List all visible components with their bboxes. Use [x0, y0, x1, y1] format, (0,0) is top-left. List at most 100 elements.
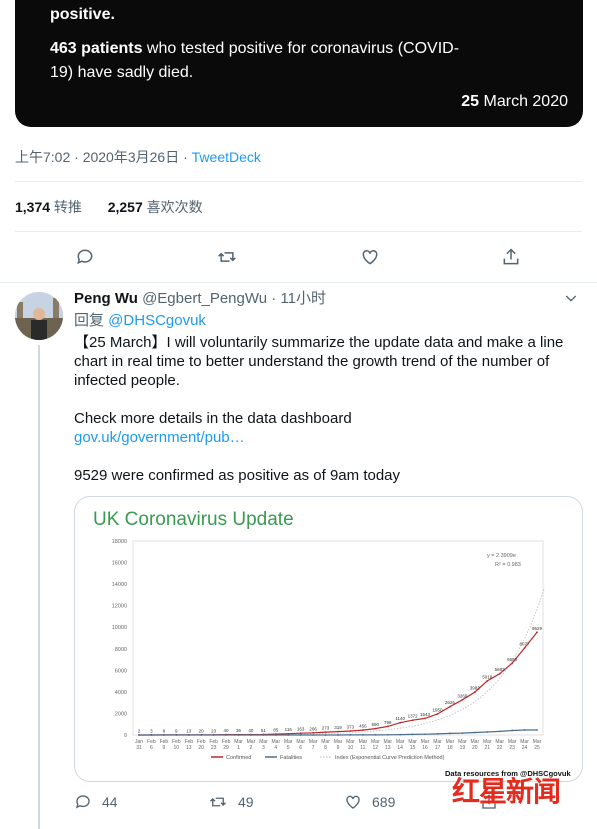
data-point [374, 727, 377, 730]
retweet-count: 49 [238, 794, 254, 810]
data-point [324, 731, 327, 733]
data-label: 8 [163, 728, 166, 733]
y-tick-label: 4000 [115, 690, 127, 696]
y-tick-label: 0 [124, 733, 127, 739]
author-handle[interactable]: @Egbert_PengWu [142, 290, 267, 307]
heart-icon [362, 249, 378, 265]
data-point [212, 734, 215, 736]
tweet-source-link[interactable]: TweetDeck [192, 149, 261, 165]
x-tick-label-bottom: 14 [397, 745, 403, 751]
retweet-count-link[interactable]: 1,374 转推 [15, 199, 82, 215]
x-tick-label-bottom: 10 [348, 745, 354, 751]
data-point [187, 734, 190, 736]
data-point [175, 734, 178, 736]
data-point [299, 734, 302, 736]
avatar[interactable] [15, 292, 63, 340]
data-label: 456 [359, 724, 367, 729]
tweet-body: 【25 March】I will voluntarily summarize t… [74, 333, 579, 485]
x-tick-label-bottom: 7 [312, 745, 315, 751]
data-label: 8077 [520, 641, 531, 646]
author-name[interactable]: Peng Wu [74, 290, 138, 307]
x-tick-label-bottom: 3 [262, 745, 265, 751]
data-point [486, 680, 489, 682]
x-tick-label-bottom: 29 [223, 745, 229, 751]
section-divider [0, 282, 597, 283]
reply-button[interactable] [68, 240, 102, 274]
data-point [250, 734, 252, 736]
data-point [287, 734, 290, 736]
replying-to: 回复 @DHSCgovuk [74, 310, 579, 332]
reply-to-link[interactable]: @DHSCgovuk [108, 312, 206, 329]
data-label: 36 [236, 728, 242, 733]
x-tick-label-bottom: 9 [337, 745, 340, 751]
x-tick-label-bottom: 16 [422, 745, 428, 751]
tweet-age[interactable]: · 11小时 [267, 290, 326, 307]
data-point [411, 733, 414, 736]
dashboard-text: Check more details in the data dashboard [74, 410, 352, 427]
reply-icon [75, 795, 90, 809]
data-point [473, 731, 476, 734]
data-point [312, 731, 315, 734]
data-label: 9529 [532, 626, 543, 631]
watermark-text: 红星新闻 [452, 775, 561, 808]
data-label: 13 [186, 728, 192, 733]
x-tick-label-bottom: 11 [360, 745, 365, 751]
reply-button[interactable]: 44 [74, 793, 118, 811]
x-tick-label-bottom: 22 [497, 745, 503, 751]
quoted-media-card[interactable]: positive. 463 patients who tested positi… [15, 0, 583, 127]
x-tick-label-bottom: 9 [162, 745, 165, 751]
x-tick-label-bottom: 10 [174, 745, 180, 751]
plot-area [132, 540, 544, 736]
avatar-image [15, 292, 63, 340]
data-label: 1950 [432, 707, 443, 712]
share-icon [503, 248, 519, 265]
legend-label: Index (Exponential Curve Prediction Meth… [335, 755, 445, 761]
trend-equation: y = 2.3909e [487, 553, 516, 559]
y-tick-label: 8000 [115, 647, 127, 653]
x-tick-label-bottom: 19 [460, 745, 466, 751]
tweet-time[interactable]: 上午7:02 · 2020年3月26日 · [15, 149, 192, 165]
like-button[interactable] [353, 240, 387, 274]
data-label: 3983 [470, 686, 481, 691]
x-tick-label-bottom: 12 [373, 745, 379, 751]
share-button[interactable] [494, 240, 528, 274]
y-tick-label: 12000 [112, 604, 127, 610]
retweet-button[interactable] [210, 240, 244, 274]
data-label: 51 [261, 728, 267, 733]
x-tick-label-bottom: 20 [472, 745, 478, 751]
data-point [449, 705, 451, 708]
x-tick-label-bottom: 4 [274, 745, 277, 751]
data-point [386, 733, 389, 736]
dashboard-link[interactable]: gov.uk/government/pub… [74, 429, 245, 446]
retweet-button[interactable]: 49 [208, 793, 254, 811]
card-date-rest: March 2020 [479, 93, 569, 110]
data-label: 319 [334, 725, 342, 730]
y-tick-label: 14000 [112, 582, 127, 588]
data-point [461, 732, 464, 734]
data-point [361, 729, 364, 731]
data-label: 6650 [507, 657, 518, 662]
data-point [349, 734, 352, 736]
data-label: 2 [138, 728, 141, 733]
data-label: 23 [211, 728, 217, 733]
chart-image-card[interactable]: UK Coronavirus Update 0 2000 4000 6000 8000 1… [74, 496, 583, 782]
data-label: 273 [322, 726, 330, 731]
like-button[interactable]: 689 [344, 793, 395, 811]
thread-line [38, 345, 40, 829]
x-tick-label-bottom: 5 [287, 745, 290, 751]
x-tick-label-bottom: 25 [534, 745, 540, 751]
data-label: 1543 [420, 712, 431, 717]
data-label: 590 [372, 722, 380, 727]
line-chart: 0200040006000800010000120001400016000180… [112, 539, 572, 778]
x-tick-label-bottom: 18 [447, 745, 453, 751]
data-point [237, 734, 240, 736]
more-options-button[interactable] [563, 290, 579, 311]
reply-tweet[interactable]: Peng Wu @Egbert_PengWu · 11小时 回复 @DHSCgo… [74, 288, 579, 485]
divider [15, 181, 582, 182]
x-tick-label-bottom: 23 [509, 745, 515, 751]
data-point [473, 691, 476, 693]
like-count-link[interactable]: 2,257 喜欢次数 [108, 199, 203, 215]
data-point [337, 734, 339, 736]
legend-label: Confirmed [226, 755, 251, 761]
y-tick-label: 10000 [112, 625, 127, 631]
